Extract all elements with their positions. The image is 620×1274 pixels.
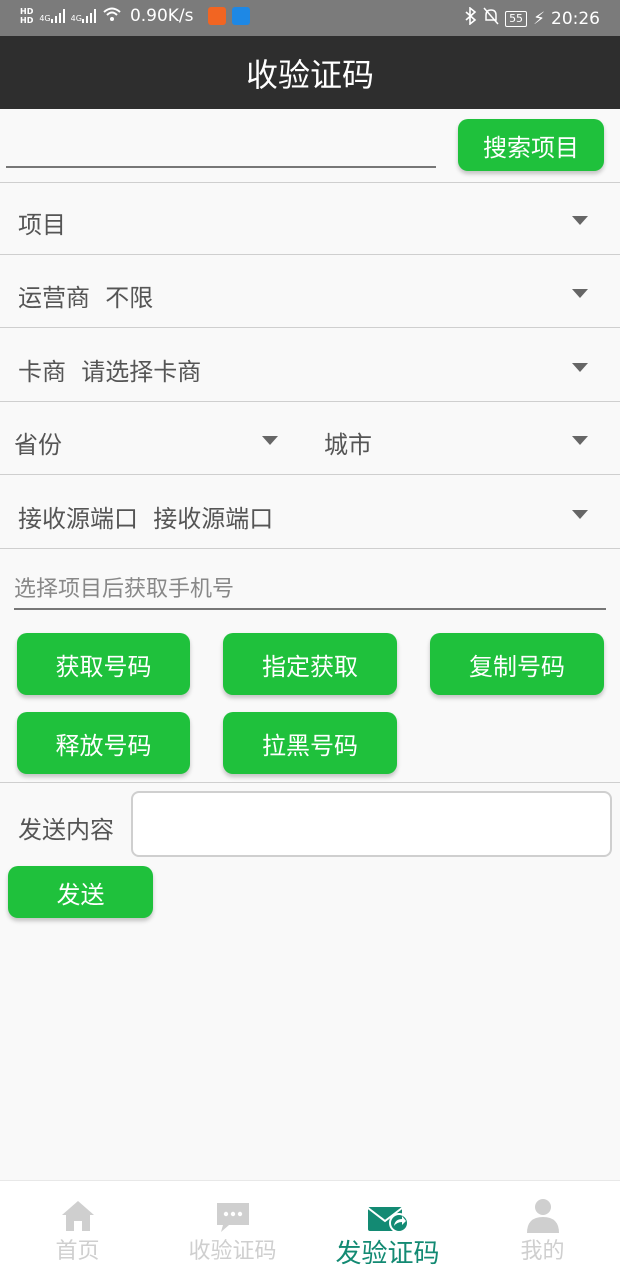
copy-number-button[interactable]: 复制号码: [430, 633, 604, 695]
wifi-icon: [102, 6, 122, 26]
hd-indicator: HD HD: [20, 7, 33, 25]
tab-profile[interactable]: 我的: [465, 1181, 620, 1274]
clock: 20:26: [551, 8, 600, 29]
app-notification-icon: [207, 7, 226, 25]
search-project-button[interactable]: 搜索项目: [458, 119, 604, 171]
bluetooth-icon: [465, 6, 477, 30]
dropdown-arrow-icon: [572, 216, 588, 225]
send-content-label: 发送内容: [18, 816, 114, 844]
tab-send-code-label: 发验证码: [335, 1239, 440, 1269]
tab-receive-code-label: 收验证码: [188, 1239, 277, 1264]
dropdown-arrow-icon: [572, 510, 588, 519]
tab-home-label: 首页: [55, 1239, 100, 1264]
operator-label: 运营商: [18, 284, 90, 312]
city-select[interactable]: 城市: [310, 403, 620, 475]
send-content-input[interactable]: [131, 791, 612, 857]
port-label: 接收源端口: [18, 505, 138, 533]
battery-icon: 55: [505, 10, 528, 27]
province-select[interactable]: 省份: [0, 403, 310, 475]
home-icon: [60, 1197, 96, 1233]
tab-profile-label: 我的: [520, 1239, 565, 1264]
search-underline: [6, 166, 436, 168]
signal-icon-2: 4G: [71, 9, 96, 23]
project-select[interactable]: 项目: [0, 183, 620, 255]
network-label-2: 4G: [70, 14, 82, 23]
dropdown-arrow-icon: [572, 436, 588, 445]
charging-icon: ⚡: [533, 8, 545, 29]
city-label: 城市: [324, 431, 372, 459]
network-label-1: 4G: [39, 14, 51, 23]
tab-receive-code[interactable]: 收验证码: [155, 1181, 310, 1274]
message-icon: [215, 1197, 251, 1233]
shield-app-icon: [231, 7, 250, 25]
send-button[interactable]: 发送: [8, 866, 153, 918]
card-label-group: 卡商 请选择卡商: [18, 352, 201, 387]
status-bar: HD HD 4G 4G 0.90K/s 55 ⚡ 20:26: [0, 0, 620, 36]
search-input[interactable]: [6, 126, 436, 166]
divider: [0, 782, 620, 783]
tab-send-code[interactable]: 发验证码: [310, 1181, 465, 1274]
card-vendor-label: 卡商: [18, 358, 66, 386]
card-vendor-select[interactable]: 卡商 请选择卡商: [0, 330, 620, 402]
operator-value: 不限: [105, 284, 154, 312]
status-right: 55 ⚡ 20:26: [465, 6, 600, 30]
specify-get-button[interactable]: 指定获取: [223, 633, 397, 695]
province-label: 省份: [14, 431, 62, 459]
status-left: HD HD 4G 4G 0.90K/s: [20, 6, 250, 26]
user-icon: [525, 1197, 561, 1233]
tab-home[interactable]: 首页: [0, 1181, 155, 1274]
dropdown-arrow-icon: [572, 363, 588, 372]
mute-bell-icon: [483, 7, 499, 30]
hd-label-2: HD: [20, 16, 34, 25]
operator-select[interactable]: 运营商 不限: [0, 256, 620, 328]
get-number-button[interactable]: 获取号码: [17, 633, 190, 695]
operator-label-group: 运营商 不限: [18, 278, 153, 313]
bottom-tab-bar: 首页 收验证码 发验证码 我的: [0, 1180, 620, 1274]
app-header: 收验证码: [0, 36, 620, 109]
region-row: 省份 城市: [0, 403, 620, 475]
dropdown-arrow-icon: [572, 289, 588, 298]
port-select[interactable]: 接收源端口 接收源端口: [0, 477, 620, 549]
port-value: 接收源端口: [153, 505, 274, 533]
block-number-button[interactable]: 拉黑号码: [223, 712, 397, 774]
send-mail-icon: [366, 1197, 409, 1233]
dropdown-arrow-icon: [262, 436, 278, 445]
network-speed: 0.90K/s: [129, 6, 194, 26]
hd-label-1: HD: [20, 7, 34, 16]
project-select-label: 项目: [18, 211, 66, 239]
card-vendor-value: 请选择卡商: [81, 358, 202, 386]
release-number-button[interactable]: 释放号码: [17, 712, 190, 774]
port-label-group: 接收源端口 接收源端口: [18, 499, 273, 534]
page-title: 收验证码: [245, 55, 374, 94]
phone-number-field[interactable]: [14, 570, 606, 610]
signal-icon: 4G: [39, 9, 65, 23]
